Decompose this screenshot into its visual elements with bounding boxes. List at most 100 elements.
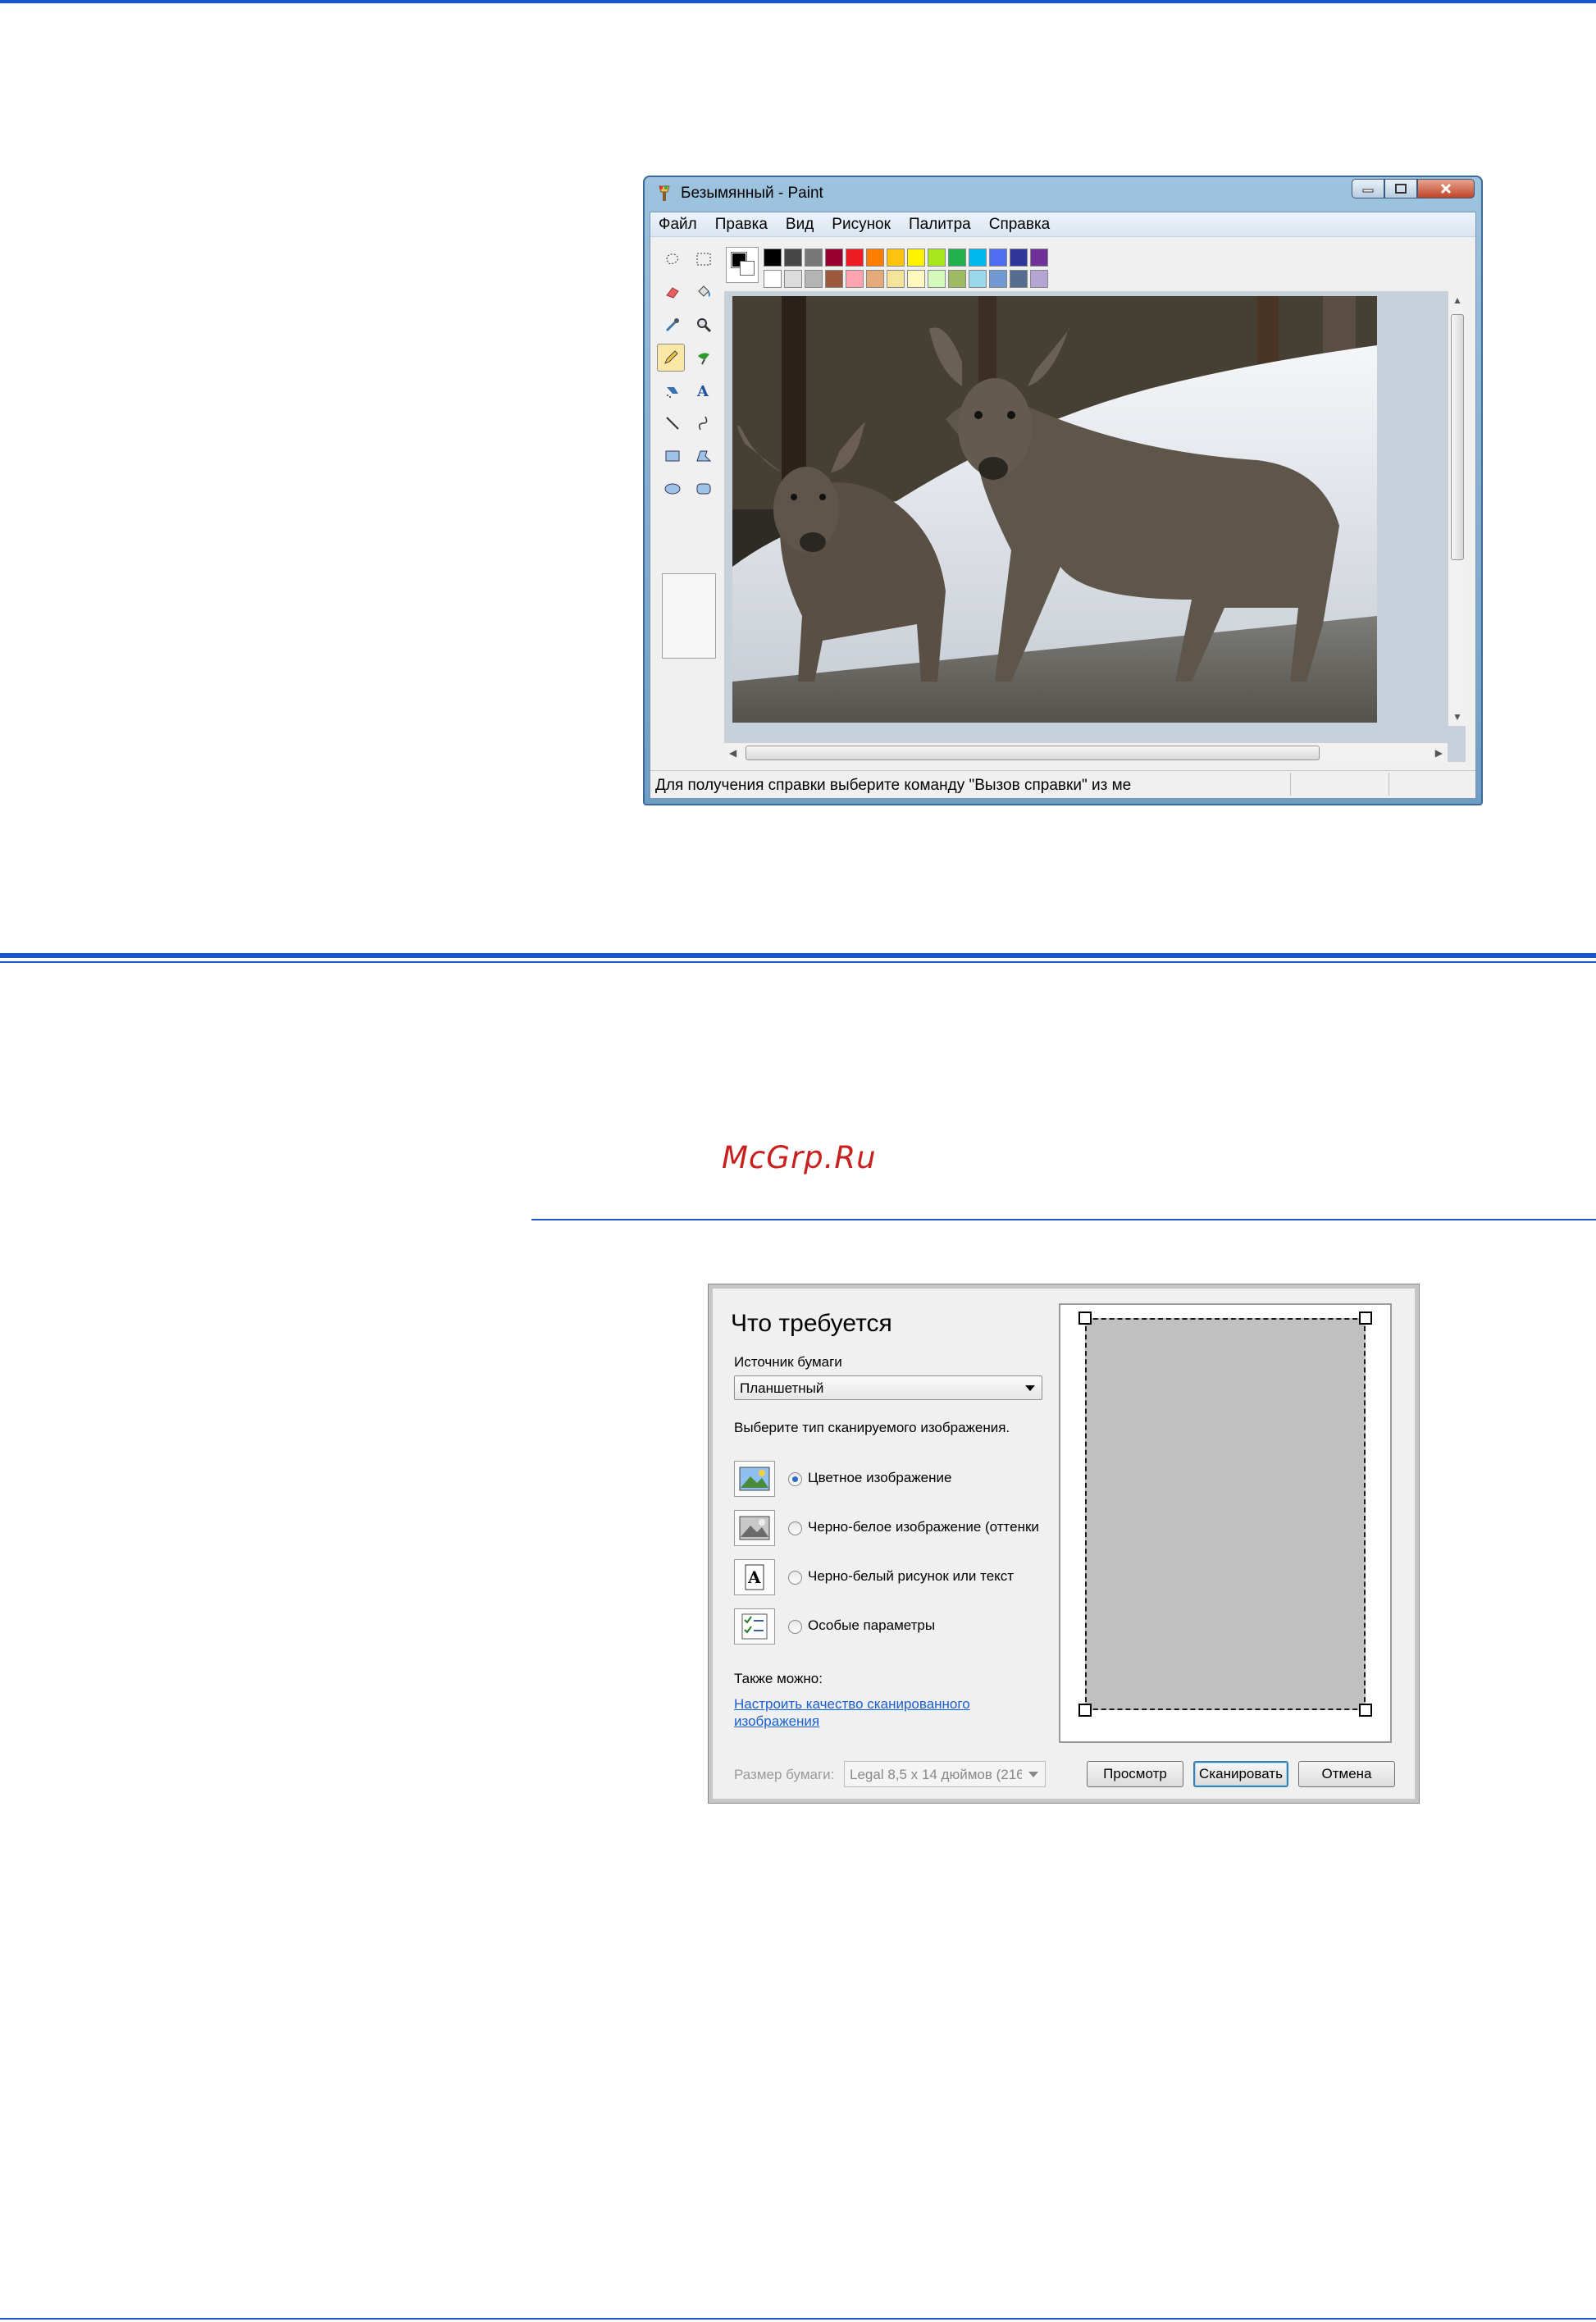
polygon-icon	[696, 450, 712, 462]
option-color[interactable]: Цветное изображение	[734, 1461, 1054, 1497]
fill-tool[interactable]	[690, 278, 718, 306]
palette-swatch[interactable]	[1030, 270, 1048, 288]
curve-tool[interactable]	[690, 409, 718, 437]
vertical-scroll-thumb[interactable]	[1451, 314, 1464, 560]
palette-swatch[interactable]	[969, 249, 987, 267]
menu-colors[interactable]: Палитра	[909, 216, 971, 234]
polygon-tool[interactable]	[690, 442, 718, 470]
palette-swatch[interactable]	[846, 270, 864, 288]
scroll-up-icon[interactable]: ▲	[1452, 294, 1462, 306]
scan-area[interactable]	[1085, 1318, 1366, 1710]
palette-swatch[interactable]	[805, 270, 823, 288]
scroll-left-icon[interactable]: ◀	[729, 747, 736, 759]
horizontal-scrollbar[interactable]: ◀ ▶	[724, 742, 1448, 762]
text-tool[interactable]: A	[690, 376, 718, 404]
palette-swatch[interactable]	[764, 249, 782, 267]
palette-swatch[interactable]	[887, 249, 905, 267]
option-custom-label: Особые параметры	[808, 1617, 936, 1633]
brush-tool[interactable]	[690, 344, 718, 372]
maximize-button[interactable]	[1384, 179, 1417, 198]
palette-swatch[interactable]	[825, 249, 843, 267]
palette-swatch[interactable]	[846, 249, 864, 267]
palette-swatch[interactable]	[784, 270, 802, 288]
scroll-right-icon[interactable]: ▶	[1435, 747, 1443, 759]
adjust-quality-link[interactable]: Настроить качество сканированного изобра…	[734, 1695, 996, 1730]
palette-swatch[interactable]	[1010, 270, 1028, 288]
option-grayscale[interactable]: Черно-белое изображение (оттенки	[734, 1510, 1054, 1546]
line-tool[interactable]	[659, 409, 686, 437]
radio-bw-text[interactable]	[788, 1571, 802, 1585]
crop-handle-top-right[interactable]	[1359, 1312, 1372, 1325]
option-bw-text[interactable]: A Черно-белый рисунок или текст	[734, 1559, 1054, 1595]
option-custom[interactable]: Особые параметры	[734, 1608, 1054, 1645]
palette-swatch[interactable]	[907, 249, 925, 267]
close-button[interactable]	[1417, 179, 1475, 198]
palette-swatch[interactable]	[989, 249, 1007, 267]
palette-swatch[interactable]	[928, 270, 946, 288]
palette-swatch[interactable]	[866, 249, 884, 267]
palette-swatch[interactable]	[825, 270, 843, 288]
scroll-down-icon[interactable]: ▼	[1452, 711, 1462, 723]
menu-image[interactable]: Рисунок	[832, 216, 891, 234]
ellipse-tool[interactable]	[659, 475, 686, 503]
watermark: McGrp.Ru	[722, 1140, 877, 1175]
radio-grayscale[interactable]	[788, 1521, 802, 1535]
menu-view[interactable]: Вид	[786, 216, 814, 234]
tool-options-box[interactable]	[662, 573, 716, 659]
vertical-scrollbar[interactable]: ▲ ▼	[1448, 291, 1466, 726]
crop-handle-bottom-right[interactable]	[1359, 1704, 1372, 1717]
radio-custom[interactable]	[788, 1620, 802, 1634]
image-type-label: Выберите тип сканируемого изображения.	[734, 1420, 1010, 1435]
paper-size-select[interactable]: Legal 8,5 x 14 дюймов (216	[844, 1761, 1046, 1787]
cancel-button[interactable]: Отмена	[1298, 1761, 1395, 1787]
palette-swatch[interactable]	[928, 249, 946, 267]
canvas-area: ▲ ▼ ◀ ▶	[724, 291, 1466, 762]
menu-file[interactable]: Файл	[659, 216, 697, 234]
svg-text:A: A	[696, 383, 709, 399]
deer-photo[interactable]	[732, 296, 1377, 723]
menu-edit[interactable]: Правка	[715, 216, 768, 234]
paper-source-value: Планшетный	[740, 1380, 824, 1396]
text-icon: A	[696, 383, 709, 399]
palette-swatch[interactable]	[784, 249, 802, 267]
pencil-tool[interactable]	[657, 344, 685, 372]
paper-source-select[interactable]: Планшетный	[734, 1375, 1042, 1400]
palette-swatch[interactable]	[866, 270, 884, 288]
palette-swatch[interactable]	[1010, 249, 1028, 267]
bucket-icon	[698, 285, 710, 297]
airbrush-tool[interactable]	[659, 376, 686, 404]
status-text: Для получения справки выберите команду "…	[655, 777, 1132, 794]
crop-handle-top-left[interactable]	[1078, 1312, 1092, 1325]
palette-swatch[interactable]	[948, 249, 966, 267]
preview-button[interactable]: Просмотр	[1087, 1761, 1183, 1787]
rectangle-tool[interactable]	[659, 442, 686, 470]
menu-help[interactable]: Справка	[989, 216, 1051, 234]
palette-swatch[interactable]	[989, 270, 1007, 288]
palette-swatch[interactable]	[969, 270, 987, 288]
minimize-button[interactable]	[1352, 179, 1384, 198]
palette-swatch[interactable]	[1030, 249, 1048, 267]
free-select-tool[interactable]	[659, 245, 686, 273]
rounded-rect-tool[interactable]	[690, 475, 718, 503]
horizontal-scroll-thumb[interactable]	[746, 746, 1320, 760]
grayscale-picture-icon	[734, 1510, 775, 1546]
rect-select-tool[interactable]	[690, 245, 718, 273]
eraser-tool[interactable]	[659, 278, 686, 306]
magnifier-tool[interactable]	[690, 311, 718, 339]
also-label: Также можно:	[734, 1671, 823, 1686]
palette-swatch[interactable]	[907, 270, 925, 288]
paint-window-title: Безымянный - Paint	[681, 185, 823, 202]
paper-size-value: Legal 8,5 x 14 дюймов (216	[850, 1767, 1022, 1782]
paint-titlebar[interactable]: Безымянный - Paint	[645, 177, 1481, 210]
current-colors[interactable]	[726, 247, 759, 283]
radio-color[interactable]	[788, 1472, 802, 1486]
palette-swatch[interactable]	[764, 270, 782, 288]
palette-swatches	[764, 249, 1075, 288]
scan-button[interactable]: Сканировать	[1193, 1761, 1288, 1787]
palette-swatch[interactable]	[948, 270, 966, 288]
palette-swatch[interactable]	[887, 270, 905, 288]
palette-swatch[interactable]	[805, 249, 823, 267]
crop-handle-bottom-left[interactable]	[1078, 1704, 1092, 1717]
color-picker-tool[interactable]	[659, 311, 686, 339]
ellipse-icon	[664, 483, 681, 495]
